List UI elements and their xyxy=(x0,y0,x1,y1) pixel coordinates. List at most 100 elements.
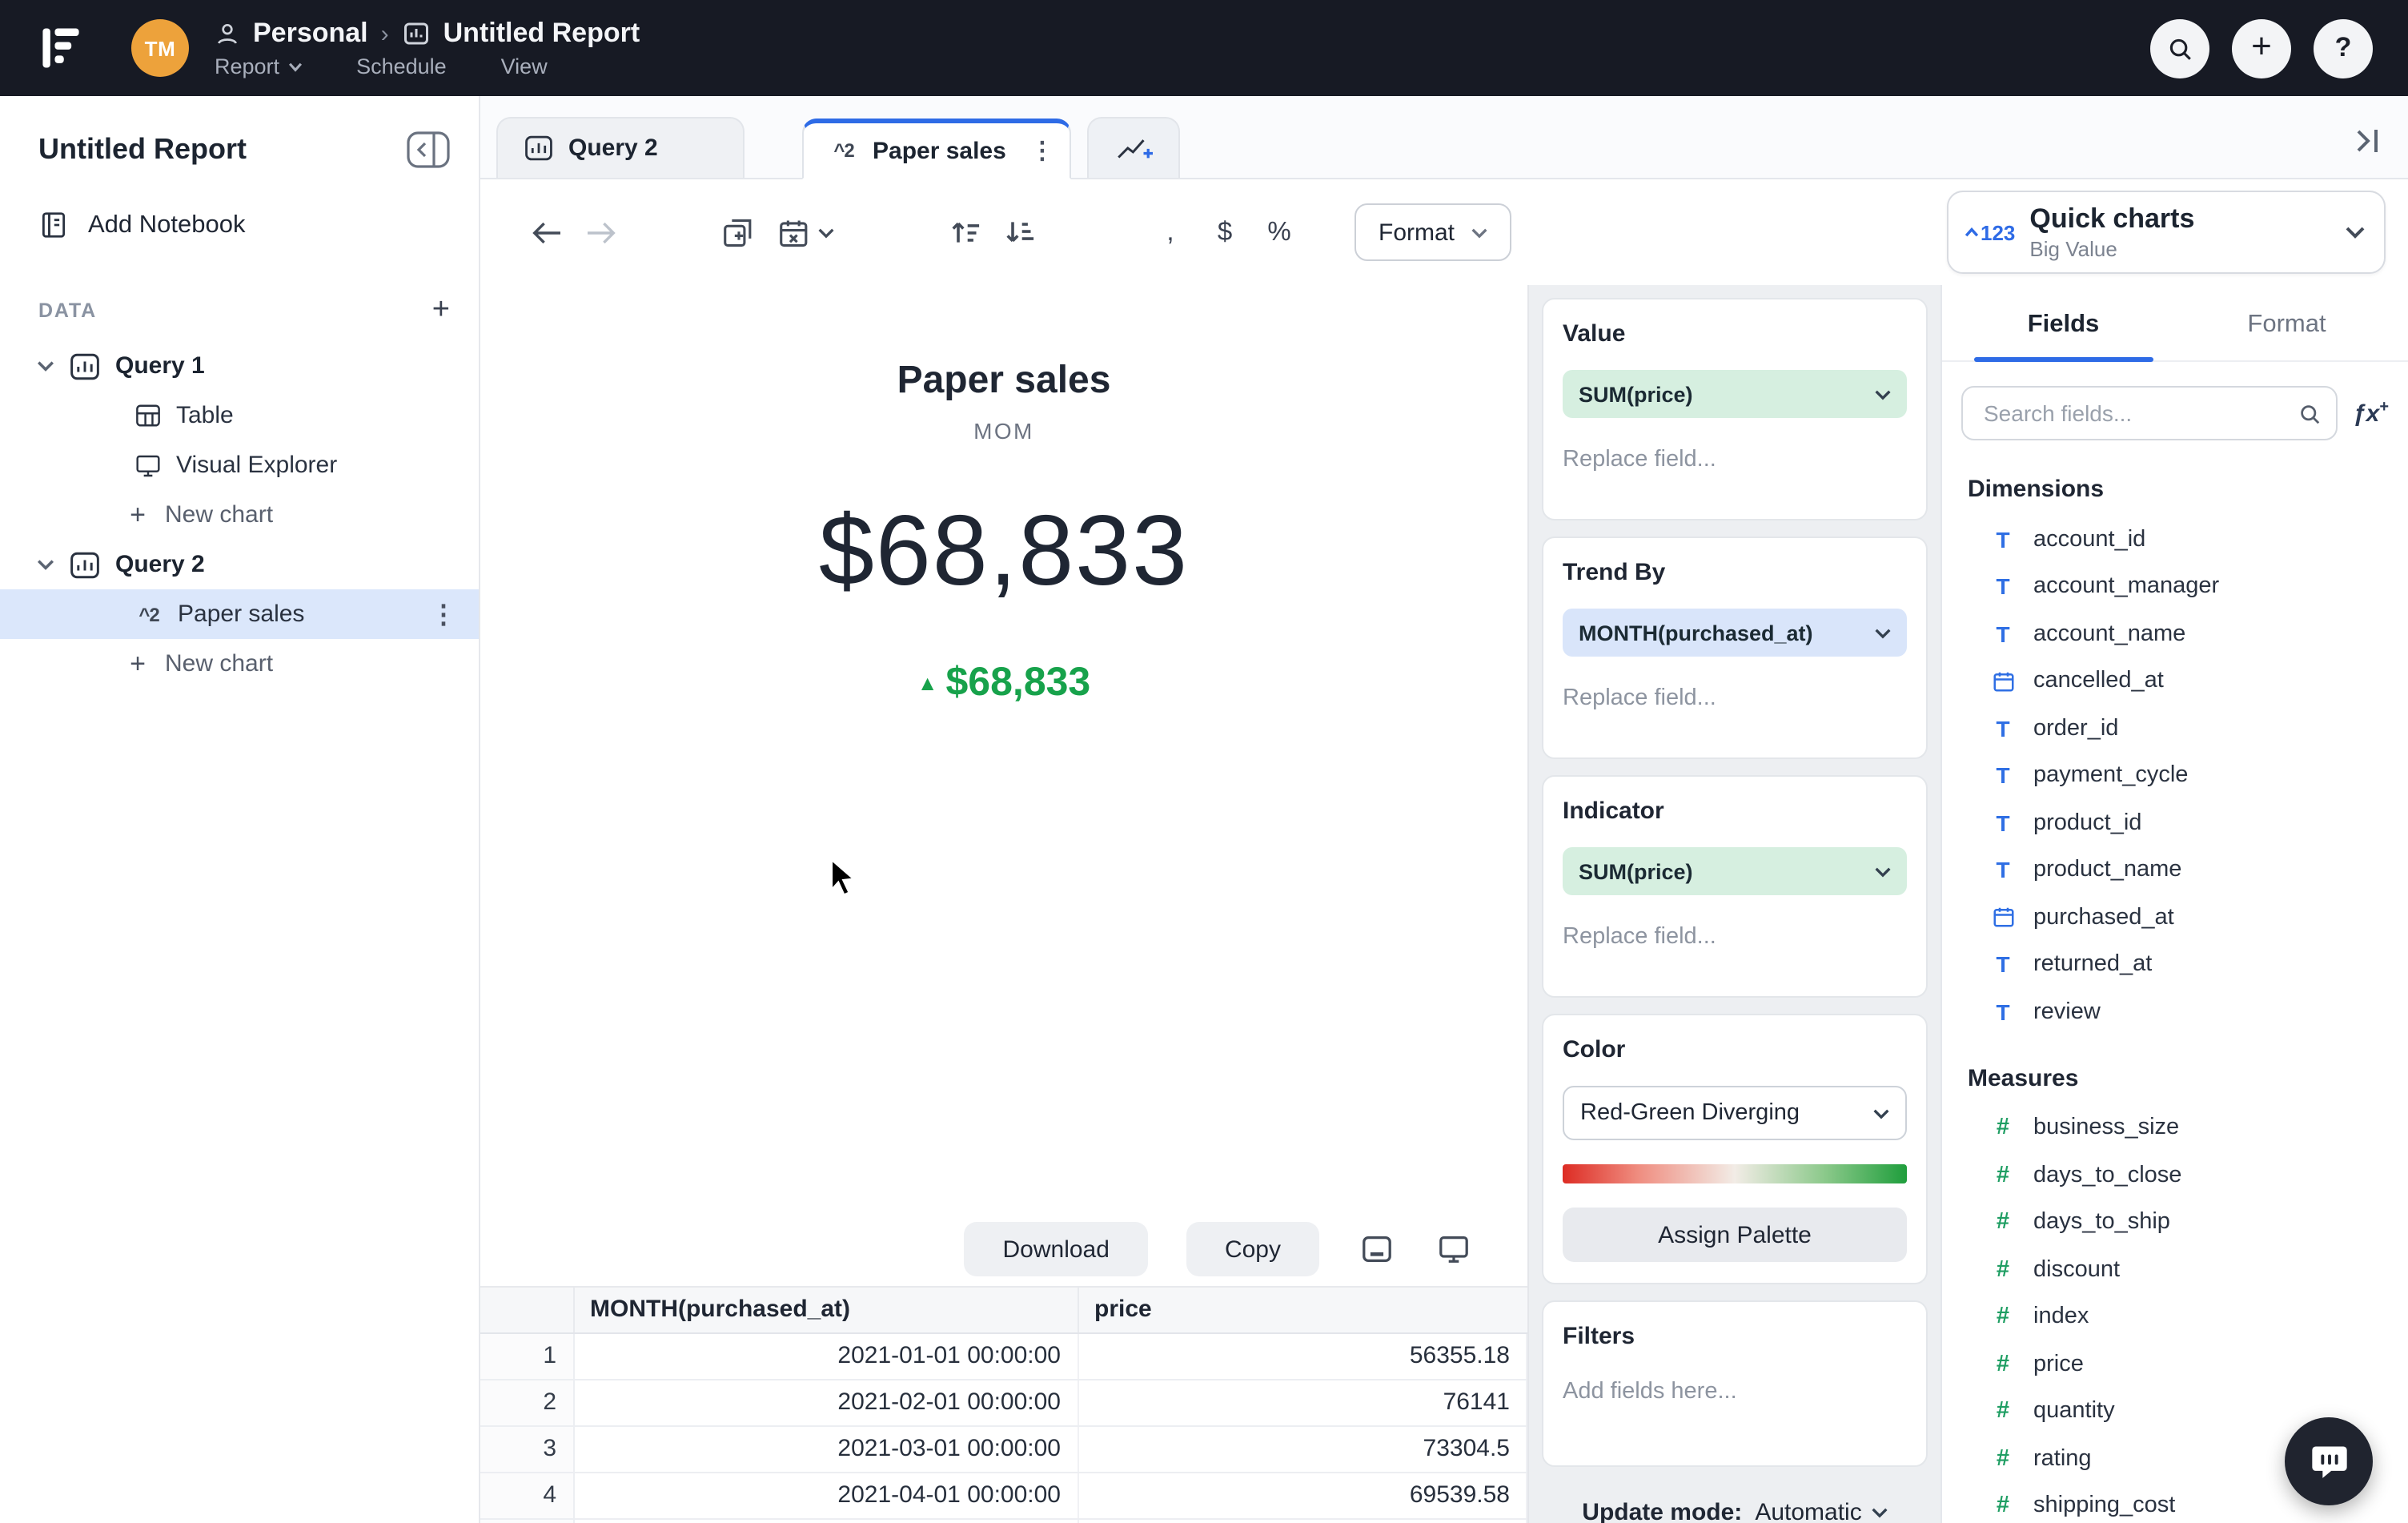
toggle-right-panel-icon[interactable] xyxy=(2354,128,2382,154)
breadcrumb-workspace[interactable]: Personal xyxy=(253,18,368,50)
field-item[interactable]: Tproduct_id xyxy=(1942,799,2408,846)
number-field-icon: # xyxy=(1996,1256,2010,1283)
new-chart-button-query-1[interactable]: + New chart xyxy=(0,490,479,540)
palette-select[interactable]: Red-Green Diverging xyxy=(1563,1086,1907,1140)
percent-format-button[interactable]: % xyxy=(1252,205,1306,259)
replace-field-placeholder[interactable]: Replace field... xyxy=(1563,447,1907,472)
chat-launcher-button[interactable] xyxy=(2285,1417,2373,1505)
field-item[interactable]: cancelled_at xyxy=(1942,657,2408,705)
field-item[interactable]: Treview xyxy=(1942,988,2408,1035)
month-column-header[interactable]: MONTH(purchased_at) xyxy=(573,1288,1078,1333)
download-button[interactable]: Download xyxy=(964,1222,1148,1276)
app-logo-icon[interactable] xyxy=(32,19,90,77)
add-button[interactable]: + xyxy=(2232,18,2291,78)
replace-field-placeholder[interactable]: Replace field... xyxy=(1563,924,1907,950)
duplicate-field-button[interactable] xyxy=(711,205,765,259)
quick-charts-title: Quick charts xyxy=(2029,203,2195,234)
undo-button[interactable] xyxy=(519,205,573,259)
field-item[interactable]: Taccount_manager xyxy=(1942,563,2408,610)
sidebar-item-visual-explorer[interactable]: Visual Explorer xyxy=(0,440,479,490)
app-window: TM Personal › Untitled Report Report Sch… xyxy=(0,0,2408,1523)
sidebar-item-query-1[interactable]: Query 1 xyxy=(0,341,479,391)
currency-format-button[interactable]: $ xyxy=(1198,205,1252,259)
comma-icon: , xyxy=(1166,217,1174,246)
menu-view[interactable]: View xyxy=(501,54,548,78)
forward-arrow-icon xyxy=(587,221,615,243)
redo-button[interactable] xyxy=(573,205,628,259)
field-item[interactable]: # days_to_ship xyxy=(1942,1199,2408,1246)
duplicate-icon xyxy=(723,218,751,247)
collapse-results-button[interactable] xyxy=(1358,1230,1396,1268)
new-chart-tab-button[interactable] xyxy=(1087,117,1181,178)
field-item[interactable]: # business_size xyxy=(1942,1104,2408,1151)
assign-palette-button[interactable]: Assign Palette xyxy=(1563,1208,1907,1262)
update-mode-select[interactable]: Automatic xyxy=(1755,1499,1888,1523)
field-item[interactable]: # price xyxy=(1942,1340,2408,1388)
filters-card: Filters Add fields here... xyxy=(1542,1300,1928,1467)
fullscreen-button[interactable] xyxy=(1435,1230,1473,1268)
tab-format[interactable]: Format xyxy=(2175,285,2398,360)
sidebar-item-table[interactable]: Table xyxy=(0,391,479,440)
sidebar-item-query-2[interactable]: Query 2 xyxy=(0,540,479,589)
field-label: days_to_close xyxy=(2033,1162,2182,1188)
triangle-up-icon: ▲ xyxy=(917,671,938,695)
field-item[interactable]: Taccount_name xyxy=(1942,610,2408,657)
add-data-button[interactable]: + xyxy=(432,295,450,325)
tab-fields[interactable]: Fields xyxy=(1952,285,2175,362)
tab-paper-sales[interactable]: ^2 Paper sales ⋮ xyxy=(802,119,1072,179)
search-fields-input[interactable] xyxy=(1981,399,2298,428)
chart-toolbar: , $ % Format xyxy=(480,179,1940,285)
breadcrumb-report-title[interactable]: Untitled Report xyxy=(443,18,640,50)
sidebar-item-paper-sales[interactable]: ^2 Paper sales ⋮ xyxy=(0,589,479,639)
field-item[interactable]: Torder_id xyxy=(1942,705,2408,752)
tab-menu-icon[interactable]: ⋮ xyxy=(1030,136,1054,165)
price-column-header[interactable]: price xyxy=(1078,1288,1527,1333)
field-item[interactable]: # index xyxy=(1942,1293,2408,1340)
replace-field-placeholder[interactable]: Replace field... xyxy=(1563,685,1907,711)
month-cell: 2021-01-01 00:00:00 xyxy=(573,1332,1078,1380)
field-item[interactable]: Tproduct_name xyxy=(1942,846,2408,894)
menu-schedule[interactable]: Schedule xyxy=(356,54,447,78)
sort-ascending-icon xyxy=(952,222,980,243)
fields-panel: Fields Format ƒx+ Dimensions Taccount_id… xyxy=(1940,285,2408,1523)
add-formula-icon[interactable]: ƒx+ xyxy=(2353,399,2389,428)
field-item[interactable]: # days_to_close xyxy=(1942,1151,2408,1199)
tab-query-2[interactable]: Query 2 xyxy=(496,117,744,178)
calendar-remove-icon xyxy=(779,219,807,247)
chevron-down-icon xyxy=(1471,227,1487,238)
field-item[interactable]: purchased_at xyxy=(1942,894,2408,941)
quick-charts-dropdown[interactable]: 123 Quick charts Big Value xyxy=(1947,191,2386,274)
calendar-remove-button[interactable] xyxy=(765,205,845,259)
help-button[interactable]: ? xyxy=(2314,18,2373,78)
comma-format-button[interactable]: , xyxy=(1143,205,1198,259)
item-menu-icon[interactable]: ⋮ xyxy=(431,598,456,630)
calendar-icon xyxy=(1990,906,2016,930)
search-button[interactable] xyxy=(2150,18,2209,78)
copy-button[interactable]: Copy xyxy=(1186,1222,1319,1276)
collapse-sidebar-icon[interactable] xyxy=(407,131,450,168)
search-fields-box[interactable] xyxy=(1961,386,2338,440)
sort-ascending-button[interactable] xyxy=(938,205,993,259)
results-table: MONTH(purchased_at) price 1 2021-01-01 00… xyxy=(480,1286,1527,1523)
field-item[interactable]: Taccount_id xyxy=(1942,516,2408,563)
menu-report[interactable]: Report xyxy=(215,54,302,78)
new-chart-button-query-2[interactable]: + New chart xyxy=(0,639,479,689)
trend-by-label: Trend By xyxy=(1563,559,1666,586)
format-dropdown[interactable]: Format xyxy=(1354,203,1511,261)
add-notebook-button[interactable]: Add Notebook xyxy=(0,175,479,247)
trend-by-field-chip[interactable]: MONTH(purchased_at) xyxy=(1563,609,1907,657)
text-field-icon: T xyxy=(1996,526,2010,553)
dollar-icon: $ xyxy=(1217,217,1233,246)
indicator-field-chip[interactable]: SUM(price) xyxy=(1563,847,1907,895)
add-fields-placeholder[interactable]: Add fields here... xyxy=(1563,1379,1907,1404)
month-cell: 2021-02-01 00:00:00 xyxy=(573,1379,1078,1426)
sort-descending-button[interactable] xyxy=(993,205,1047,259)
value-field-chip[interactable]: SUM(price) xyxy=(1563,370,1907,418)
avatar[interactable]: TM xyxy=(131,19,189,77)
text-field-icon: T xyxy=(1996,951,2010,978)
update-mode-row: Update mode: Automatic xyxy=(1542,1483,1928,1523)
field-item[interactable]: # discount xyxy=(1942,1246,2408,1293)
field-item[interactable]: Treturned_at xyxy=(1942,941,2408,988)
chart-config-panel: Value SUM(price) Replace field... Trend … xyxy=(1527,285,1940,1523)
field-item[interactable]: Tpayment_cycle xyxy=(1942,752,2408,799)
